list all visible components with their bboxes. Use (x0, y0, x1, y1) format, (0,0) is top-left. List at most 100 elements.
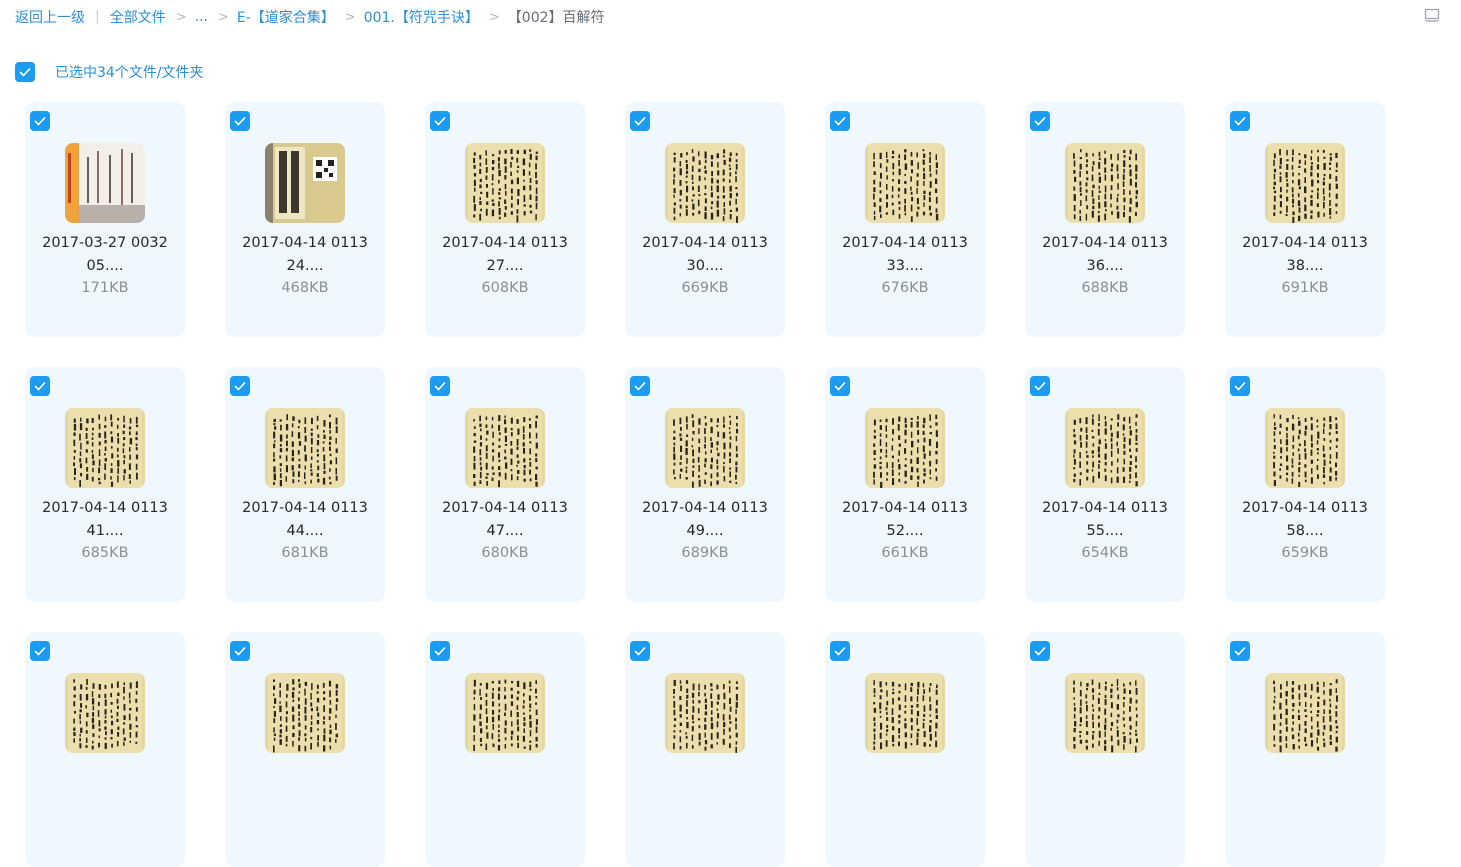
file-thumbnail (265, 143, 345, 223)
file-thumbnail (1265, 408, 1345, 488)
breadcrumb-root-link[interactable]: 全部文件 (110, 7, 166, 27)
breadcrumb: 返回上一级 | 全部文件 > ... > E-【道家合集】 > 001.【符咒手… (15, 7, 605, 27)
file-checkbox[interactable] (230, 376, 250, 396)
file-size: 691KB (1281, 280, 1329, 296)
file-card[interactable]: 2017-04-14 0113 27.... 608KB (425, 102, 585, 337)
file-thumbnail (1065, 673, 1145, 753)
file-checkbox[interactable] (1230, 376, 1250, 396)
file-thumbnail (265, 408, 345, 488)
file-name: 2017-04-14 0113 55.... (1025, 497, 1185, 543)
file-checkbox[interactable] (830, 376, 850, 396)
file-card[interactable] (825, 632, 985, 867)
file-thumbnail (865, 408, 945, 488)
file-card[interactable] (625, 632, 785, 867)
file-checkbox[interactable] (30, 111, 50, 131)
file-name-line2: 41.... (86, 523, 124, 539)
file-card[interactable]: 2017-03-27 0032 05.... 171KB (25, 102, 185, 337)
file-thumbnail (465, 408, 545, 488)
file-card[interactable] (25, 632, 185, 867)
file-card[interactable] (225, 632, 385, 867)
select-all-row: 已选中34个文件/文件夹 (15, 62, 204, 82)
file-checkbox[interactable] (1230, 111, 1250, 131)
file-thumbnail (465, 143, 545, 223)
file-checkbox[interactable] (1030, 111, 1050, 131)
file-card[interactable]: 2017-04-14 0113 38.... 691KB (1225, 102, 1385, 337)
file-name-line2: 33.... (886, 258, 924, 274)
file-size: 689KB (681, 545, 729, 561)
file-checkbox[interactable] (30, 376, 50, 396)
file-name-line2: 36.... (1086, 258, 1124, 274)
file-card[interactable]: 2017-04-14 0113 24.... 468KB (225, 102, 385, 337)
file-name-line2: 55.... (1086, 523, 1124, 539)
file-card[interactable]: 2017-04-14 0113 55.... 654KB (1025, 367, 1185, 602)
breadcrumb-level1-link[interactable]: E-【道家合集】 (237, 7, 335, 27)
file-checkbox[interactable] (830, 641, 850, 661)
file-thumbnail (665, 408, 745, 488)
file-size: 661KB (881, 545, 929, 561)
file-thumbnail (665, 673, 745, 753)
file-thumbnail (265, 673, 345, 753)
file-checkbox[interactable] (630, 376, 650, 396)
file-checkbox[interactable] (1030, 641, 1050, 661)
file-card[interactable]: 2017-04-14 0113 33.... 676KB (825, 102, 985, 337)
file-name: 2017-04-14 0113 58.... (1225, 497, 1385, 543)
file-thumbnail (65, 408, 145, 488)
file-card[interactable]: 2017-04-14 0113 49.... 689KB (625, 367, 785, 602)
file-checkbox[interactable] (230, 641, 250, 661)
file-name-line2: 52.... (886, 523, 924, 539)
breadcrumb-level2-link[interactable]: 001.【符咒手诀】 (364, 7, 479, 27)
file-card[interactable]: 2017-04-14 0113 52.... 661KB (825, 367, 985, 602)
file-checkbox[interactable] (1030, 376, 1050, 396)
file-checkbox[interactable] (630, 111, 650, 131)
file-name-line1: 2017-04-14 0113 (242, 500, 368, 516)
file-name-line1: 2017-04-14 0113 (1242, 235, 1368, 251)
breadcrumb-ellipsis-link[interactable]: ... (195, 9, 208, 25)
file-checkbox[interactable] (430, 376, 450, 396)
file-name: 2017-04-14 0113 41.... (25, 497, 185, 543)
file-name-line1: 2017-04-14 0113 (242, 235, 368, 251)
file-thumbnail (865, 673, 945, 753)
breadcrumb-current: 【002】百解符 (507, 10, 605, 26)
file-name-line2: 58.... (1286, 523, 1324, 539)
breadcrumb-separator: > (175, 9, 187, 25)
select-all-checkbox[interactable] (15, 62, 35, 82)
file-name-line1: 2017-04-14 0113 (642, 500, 768, 516)
file-size: 676KB (881, 280, 929, 296)
back-link[interactable]: 返回上一级 (15, 7, 85, 27)
file-thumbnail (865, 143, 945, 223)
file-name-line1: 2017-04-14 0113 (842, 235, 968, 251)
file-name-line1: 2017-04-14 0113 (842, 500, 968, 516)
file-size: 654KB (1081, 545, 1129, 561)
file-thumbnail (665, 143, 745, 223)
file-card[interactable] (1025, 632, 1185, 867)
list-view-icon[interactable] (1424, 8, 1440, 24)
breadcrumb-separator: > (217, 9, 229, 25)
file-card[interactable] (1225, 632, 1385, 867)
file-checkbox[interactable] (430, 641, 450, 661)
file-checkbox[interactable] (30, 641, 50, 661)
file-checkbox[interactable] (630, 641, 650, 661)
file-size: 608KB (481, 280, 529, 296)
file-checkbox[interactable] (430, 111, 450, 131)
file-name-line2: 30.... (686, 258, 724, 274)
file-card[interactable] (425, 632, 585, 867)
file-checkbox[interactable] (230, 111, 250, 131)
file-card[interactable]: 2017-04-14 0113 41.... 685KB (25, 367, 185, 602)
file-card[interactable]: 2017-04-14 0113 36.... 688KB (1025, 102, 1185, 337)
file-name-line1: 2017-04-14 0113 (1042, 500, 1168, 516)
file-name-line1: 2017-04-14 0113 (42, 500, 168, 516)
file-checkbox[interactable] (830, 111, 850, 131)
file-thumbnail (465, 673, 545, 753)
file-size: 688KB (1081, 280, 1129, 296)
file-name-line2: 44.... (286, 523, 324, 539)
file-name-line2: 47.... (486, 523, 524, 539)
file-name: 2017-04-14 0113 47.... (425, 497, 585, 543)
file-card[interactable]: 2017-04-14 0113 44.... 681KB (225, 367, 385, 602)
file-size: 685KB (81, 545, 129, 561)
file-card[interactable]: 2017-04-14 0113 30.... 669KB (625, 102, 785, 337)
file-card[interactable]: 2017-04-14 0113 47.... 680KB (425, 367, 585, 602)
breadcrumb-separator: > (488, 9, 500, 25)
file-card[interactable]: 2017-04-14 0113 58.... 659KB (1225, 367, 1385, 602)
file-thumbnail (1065, 408, 1145, 488)
file-checkbox[interactable] (1230, 641, 1250, 661)
